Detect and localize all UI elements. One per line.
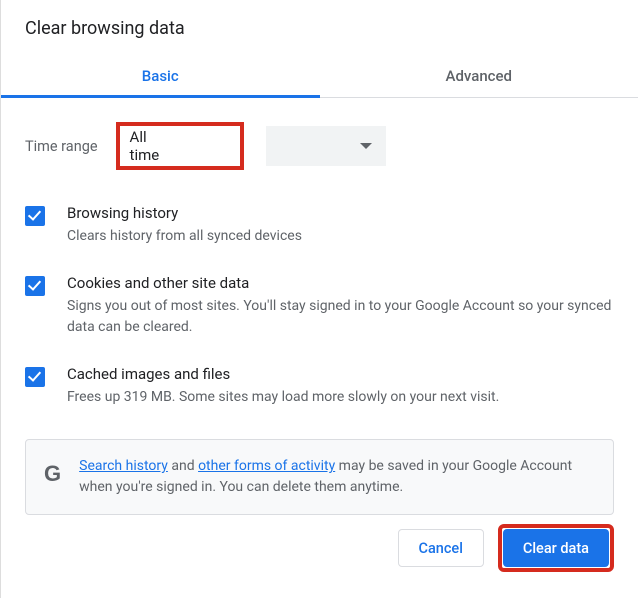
tab-basic[interactable]: Basic [1, 55, 320, 97]
clear-data-button[interactable]: Clear data [503, 529, 609, 567]
dialog-content: Time range All time Browsing history Cle… [1, 98, 638, 515]
tab-indicator [1, 95, 320, 98]
google-g-icon: G [44, 457, 61, 490]
time-range-highlight: All time [116, 122, 244, 170]
info-text: Search history and other forms of activi… [79, 456, 595, 498]
clear-browsing-data-dialog: Clear browsing data Basic Advanced Time … [1, 0, 638, 515]
option-text: Cached images and files Frees up 319 MB.… [67, 365, 614, 407]
option-title: Cached images and files [67, 365, 614, 383]
option-title: Browsing history [67, 204, 614, 222]
option-cache: Cached images and files Frees up 319 MB.… [25, 351, 614, 421]
checkbox-cache[interactable] [25, 367, 45, 387]
chevron-down-icon [360, 143, 372, 149]
option-desc: Frees up 319 MB. Some sites may load mor… [67, 387, 614, 407]
tabs: Basic Advanced [1, 55, 638, 98]
option-desc: Clears history from all synced devices [67, 226, 614, 246]
google-account-info: G Search history and other forms of acti… [25, 439, 614, 515]
option-text: Browsing history Clears history from all… [67, 204, 614, 246]
option-browsing-history: Browsing history Clears history from all… [25, 190, 614, 260]
time-range-value: All time [130, 128, 180, 164]
clear-data-highlight: Clear data [498, 524, 614, 572]
time-range-dropdown[interactable] [266, 126, 386, 166]
checkbox-cookies[interactable] [25, 276, 45, 296]
info-text-mid: and [168, 458, 198, 474]
dialog-footer: Cancel Clear data [398, 524, 615, 572]
checkbox-browsing-history[interactable] [25, 206, 45, 226]
time-range-row: Time range All time [25, 116, 614, 190]
link-other-activity[interactable]: other forms of activity [198, 458, 335, 474]
tab-advanced[interactable]: Advanced [320, 55, 638, 97]
option-text: Cookies and other site data Signs you ou… [67, 274, 614, 337]
time-range-label: Time range [25, 138, 98, 155]
cancel-button[interactable]: Cancel [398, 529, 484, 567]
option-cookies: Cookies and other site data Signs you ou… [25, 260, 614, 351]
link-search-history[interactable]: Search history [79, 458, 168, 474]
option-desc: Signs you out of most sites. You'll stay… [67, 296, 614, 337]
time-range-select[interactable]: All time [120, 126, 240, 166]
dialog-title: Clear browsing data [1, 18, 638, 55]
option-title: Cookies and other site data [67, 274, 614, 292]
